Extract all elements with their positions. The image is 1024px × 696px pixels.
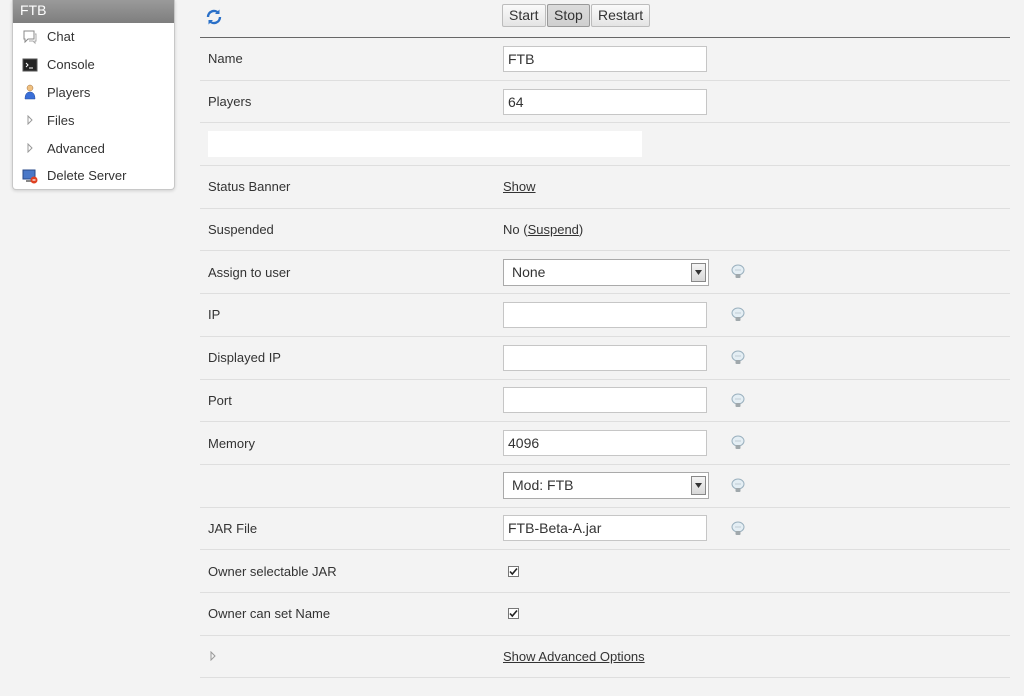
name-label: Name xyxy=(208,51,243,67)
expand-arrow-icon[interactable] xyxy=(208,636,218,678)
suspended-value: No xyxy=(503,222,520,238)
form-row-players: Players xyxy=(200,81,1010,124)
displayed-ip-label: Displayed IP xyxy=(208,350,281,366)
form-row-suspended: Suspended No (Suspend) xyxy=(200,209,1010,252)
start-button[interactable]: Start xyxy=(502,4,546,27)
assign-user-select[interactable]: None xyxy=(503,258,709,286)
sidebar-item-files[interactable]: Files xyxy=(13,106,174,134)
suspend-link[interactable]: Suspend xyxy=(528,222,579,237)
expand-arrow-icon xyxy=(22,112,38,128)
suspended-label: Suspended xyxy=(208,222,274,238)
lightbulb-icon[interactable] xyxy=(729,392,747,410)
sidebar-item-label: Chat xyxy=(47,29,75,45)
sidebar-item-label: Console xyxy=(47,57,95,73)
owner-jar-checkbox[interactable] xyxy=(508,565,519,577)
sidebar-item-delete-server[interactable]: Delete Server xyxy=(13,162,174,190)
sidebar-item-label: Delete Server xyxy=(47,168,127,184)
mod-select[interactable]: Mod: FTB xyxy=(503,472,709,500)
sidebar-item-advanced[interactable]: Advanced xyxy=(13,134,174,162)
expand-arrow-icon xyxy=(22,140,38,156)
jar-file-label: JAR File xyxy=(208,520,258,536)
lightbulb-icon[interactable] xyxy=(729,306,747,324)
console-icon xyxy=(22,57,38,73)
form-row-owner-jar: Owner selectable JAR xyxy=(200,550,1010,593)
redacted-area xyxy=(208,131,642,158)
form-row-advanced: Show Advanced Options xyxy=(200,636,1010,679)
sidebar: FTB Chat Console Players Files Advanced xyxy=(12,0,175,190)
players-input[interactable] xyxy=(503,88,707,115)
form-row-owner-name: Owner can set Name xyxy=(200,593,1010,636)
players-icon xyxy=(22,84,38,100)
chat-icon xyxy=(22,29,38,45)
form-row-displayed-ip: Displayed IP xyxy=(200,337,1010,380)
form-row-mod: Mod: FTB xyxy=(200,465,1010,508)
sidebar-item-chat[interactable]: Chat xyxy=(13,23,174,51)
lightbulb-icon[interactable] xyxy=(729,349,747,367)
sidebar-item-label: Files xyxy=(47,112,75,128)
toolbar: Start Stop Restart xyxy=(200,0,1010,38)
port-input[interactable] xyxy=(503,387,707,414)
ip-input[interactable] xyxy=(503,301,707,328)
lightbulb-icon[interactable] xyxy=(729,477,747,495)
chevron-down-icon xyxy=(691,476,706,496)
status-banner-label: Status Banner xyxy=(208,179,291,195)
displayed-ip-input[interactable] xyxy=(503,344,707,371)
owner-jar-label: Owner selectable JAR xyxy=(208,563,337,579)
name-input[interactable] xyxy=(503,45,707,72)
form-row-ip: IP xyxy=(200,294,1010,337)
stop-button[interactable]: Stop xyxy=(547,4,590,27)
owner-name-checkbox[interactable] xyxy=(508,608,519,620)
form-row-assign-user: Assign to user None xyxy=(200,251,1010,295)
sidebar-title: FTB xyxy=(13,0,174,23)
memory-input[interactable] xyxy=(503,430,707,457)
form-row-jar-file: JAR File xyxy=(200,508,1010,551)
memory-label: Memory xyxy=(208,435,255,451)
lightbulb-icon[interactable] xyxy=(729,434,747,452)
mod-selected: Mod: FTB xyxy=(512,477,574,494)
assign-user-label: Assign to user xyxy=(208,264,291,280)
form-row-memory: Memory xyxy=(200,422,1010,465)
sidebar-item-players[interactable]: Players xyxy=(13,79,174,107)
delete-server-icon xyxy=(22,168,38,184)
form-row-port: Port xyxy=(200,380,1010,423)
port-label: Port xyxy=(208,392,232,408)
server-settings-panel: Start Stop Restart Name Players Status B… xyxy=(200,0,1010,679)
ip-label: IP xyxy=(208,307,221,323)
lightbulb-icon[interactable] xyxy=(729,263,747,281)
jar-file-input[interactable] xyxy=(503,515,707,542)
chevron-down-icon xyxy=(691,262,706,282)
refresh-icon[interactable] xyxy=(205,8,223,26)
sidebar-item-label: Players xyxy=(47,84,91,100)
owner-name-label: Owner can set Name xyxy=(208,606,331,622)
restart-button[interactable]: Restart xyxy=(591,4,651,27)
form-row-name: Name xyxy=(200,38,1010,81)
lightbulb-icon[interactable] xyxy=(729,520,747,538)
status-banner-show-link[interactable]: Show xyxy=(503,179,536,194)
assign-user-selected: None xyxy=(512,263,546,280)
sidebar-item-label: Advanced xyxy=(47,140,105,156)
form-row-blank xyxy=(200,123,1010,167)
players-label: Players xyxy=(208,94,252,110)
form-row-status-banner: Status Banner Show xyxy=(200,166,1010,209)
sidebar-item-console[interactable]: Console xyxy=(13,51,174,79)
show-advanced-options-link[interactable]: Show Advanced Options xyxy=(503,649,645,664)
